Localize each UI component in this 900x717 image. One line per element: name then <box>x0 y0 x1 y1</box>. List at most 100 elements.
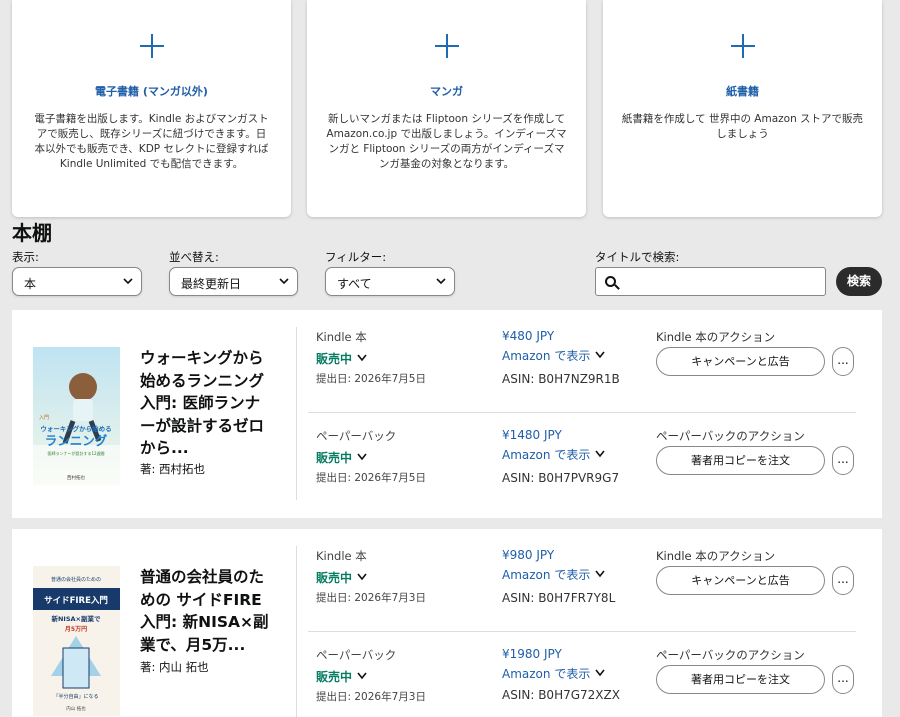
create-card-description: 新しいマンガまたは Fliptoon シリーズを作成して Amazon.co.j… <box>325 112 568 172</box>
status-dropdown[interactable]: 販売中 <box>316 350 367 367</box>
chevron-down-icon <box>436 278 446 285</box>
desc-line: 新しいマンガまたは Fliptoon シリーズを作成して <box>328 113 565 125</box>
book-author: 著: 内山 拓也 <box>140 660 209 674</box>
view-link-label: Amazon で表示 <box>502 448 591 462</box>
desc-line: アで販売し、既存シリーズに紐づけできます。日 <box>36 128 267 140</box>
chevron-down-icon <box>357 573 367 581</box>
submitted-date: 提出日: 2026年7月3日 <box>316 691 426 703</box>
title-line: 業で、月5万... <box>140 635 246 654</box>
filter-select[interactable]: すべて <box>325 267 455 296</box>
more-actions-button[interactable]: ... <box>832 665 854 694</box>
chevron-down-icon <box>279 278 289 285</box>
plus-icon <box>730 34 755 58</box>
cover-text: 内山 拓也 <box>66 705 86 712</box>
divider <box>308 631 856 632</box>
book-cover[interactable]: 入門 ウォーキングから始める ランニング 医師ランナーが設計する12週間 西村拓… <box>33 347 120 485</box>
create-ebook-card[interactable]: 電子書籍 (マンガ以外) 電子書籍を出版します。Kindle およびマンガスト … <box>12 0 291 217</box>
cover-text: 月5万円 <box>64 625 87 633</box>
cover-text: 新NISA×副業で <box>51 614 101 623</box>
status-text: 販売中 <box>316 352 353 366</box>
title-line: 始めるランニング <box>140 371 265 390</box>
actions-label: Kindle 本のアクション <box>656 549 776 563</box>
cover-text: サイドFIRE入門 <box>44 596 108 606</box>
more-actions-button[interactable]: ... <box>832 446 854 475</box>
chevron-down-icon <box>357 453 367 461</box>
desc-line: 本以外でも販売でき、KDP セレクトに登録すれば <box>34 143 269 155</box>
chevron-down-icon <box>595 570 605 578</box>
actions-label: Kindle 本のアクション <box>656 330 776 344</box>
order-author-copies-button[interactable]: 著者用コピーを注文 <box>656 665 825 694</box>
title-line: 入門: 医師ランナ <box>140 394 261 412</box>
create-paperback-card[interactable]: 紙書籍 紙書籍を作成して 世界中の Amazon ストアで販売 しましょう <box>603 0 882 217</box>
display-value: 本 <box>24 277 37 291</box>
asin: ASIN: B0H7G72XZX <box>502 688 620 702</box>
cover-text: 西村拓也 <box>67 474 85 481</box>
view-on-amazon-link[interactable]: Amazon で表示 <box>502 566 605 583</box>
search-button[interactable]: 検索 <box>836 267 882 296</box>
actions-label: ペーパーバックのアクション <box>656 648 805 662</box>
format-type: Kindle 本 <box>316 330 367 344</box>
order-author-copies-button[interactable]: 著者用コピーを注文 <box>656 446 825 475</box>
cover-text: 医師ランナーが設計する12週間 <box>47 450 104 456</box>
campaigns-ads-button[interactable]: キャンペーンと広告 <box>656 566 825 595</box>
desc-line: Kindle Unlimited でも配信できます。 <box>59 158 244 170</box>
chevron-down-icon <box>595 351 605 359</box>
plus-icon <box>139 34 164 58</box>
sort-value: 最終更新日 <box>181 277 242 291</box>
chevron-down-icon <box>357 354 367 362</box>
divider <box>308 412 856 413</box>
price: ¥1980 JPY <box>502 647 562 661</box>
price: ¥1480 JPY <box>502 428 562 442</box>
display-label: 表示: <box>12 250 39 264</box>
view-on-amazon-link[interactable]: Amazon で表示 <box>502 347 605 364</box>
book-title[interactable]: ウォーキングから 始めるランニング 入門: 医師ランナ ーが設計するゼロ から.… <box>140 347 280 460</box>
create-card-description: 紙書籍を作成して 世界中の Amazon ストアで販売 しましょう <box>621 112 864 142</box>
view-link-label: Amazon で表示 <box>502 667 591 681</box>
sort-label: 並べ替え: <box>169 250 219 264</box>
title-line: から... <box>140 439 189 457</box>
search-icon <box>605 276 616 287</box>
cover-text: ウォーキングから始める <box>40 424 111 433</box>
search-input[interactable] <box>595 267 826 296</box>
view-on-amazon-link[interactable]: Amazon で表示 <box>502 446 605 463</box>
more-actions-button[interactable]: ... <box>832 566 854 595</box>
divider <box>296 327 297 500</box>
status-dropdown[interactable]: 販売中 <box>316 668 367 685</box>
desc-line: ンガと Fliptoon シリーズの両方がインディーズマ <box>328 143 565 155</box>
book-row: 入門 ウォーキングから始める ランニング 医師ランナーが設計する12週間 西村拓… <box>12 310 882 518</box>
display-select[interactable]: 本 <box>12 267 142 296</box>
cover-text: 普通の会社員のための <box>51 576 101 583</box>
chevron-down-icon <box>123 278 133 285</box>
desc-line: 電子書籍を出版します。Kindle およびマンガスト <box>34 113 269 125</box>
book-title[interactable]: 普通の会社員のた めの サイドFIRE 入門: 新NISA×副 業で、月5万..… <box>140 566 280 656</box>
sort-select[interactable]: 最終更新日 <box>169 267 298 296</box>
page-title: 本棚 <box>12 221 52 245</box>
book-author: 著: 西村拓也 <box>140 462 206 476</box>
status-text: 販売中 <box>316 571 353 585</box>
create-card-description: 電子書籍を出版します。Kindle およびマンガスト アで販売し、既存シリーズに… <box>30 112 273 172</box>
title-line: めの サイドFIRE <box>140 590 262 609</box>
book-cover[interactable]: 普通の会社員のための サイドFIRE入門 新NISA×副業で 月5万円 「半分自… <box>33 566 120 716</box>
status-dropdown[interactable]: 販売中 <box>316 569 367 586</box>
actions-label: ペーパーバックのアクション <box>656 429 805 443</box>
chevron-down-icon <box>357 672 367 680</box>
status-dropdown[interactable]: 販売中 <box>316 449 367 466</box>
format-type: ペーパーバック <box>316 429 397 443</box>
asin: ASIN: B0H7FR7Y8L <box>502 591 616 605</box>
chevron-down-icon <box>595 669 605 677</box>
plus-icon <box>434 34 459 58</box>
submitted-date: 提出日: 2026年7月5日 <box>316 472 426 484</box>
format-type: Kindle 本 <box>316 549 367 563</box>
book-row: 普通の会社員のための サイドFIRE入門 新NISA×副業で 月5万円 「半分自… <box>12 529 882 717</box>
format-type: ペーパーバック <box>316 648 397 662</box>
filter-value: すべて <box>337 277 372 291</box>
view-on-amazon-link[interactable]: Amazon で表示 <box>502 665 605 682</box>
campaigns-ads-button[interactable]: キャンペーンと広告 <box>656 347 825 376</box>
create-manga-card[interactable]: マンガ 新しいマンガまたは Fliptoon シリーズを作成して Amazon.… <box>307 0 586 217</box>
create-card-title: 紙書籍 <box>726 85 759 98</box>
submitted-date: 提出日: 2026年7月5日 <box>316 373 426 385</box>
cover-text: 「半分自由」になる <box>53 693 98 700</box>
more-actions-button[interactable]: ... <box>832 347 854 376</box>
price: ¥980 JPY <box>502 548 555 562</box>
cover-text: ランニング <box>45 433 108 448</box>
